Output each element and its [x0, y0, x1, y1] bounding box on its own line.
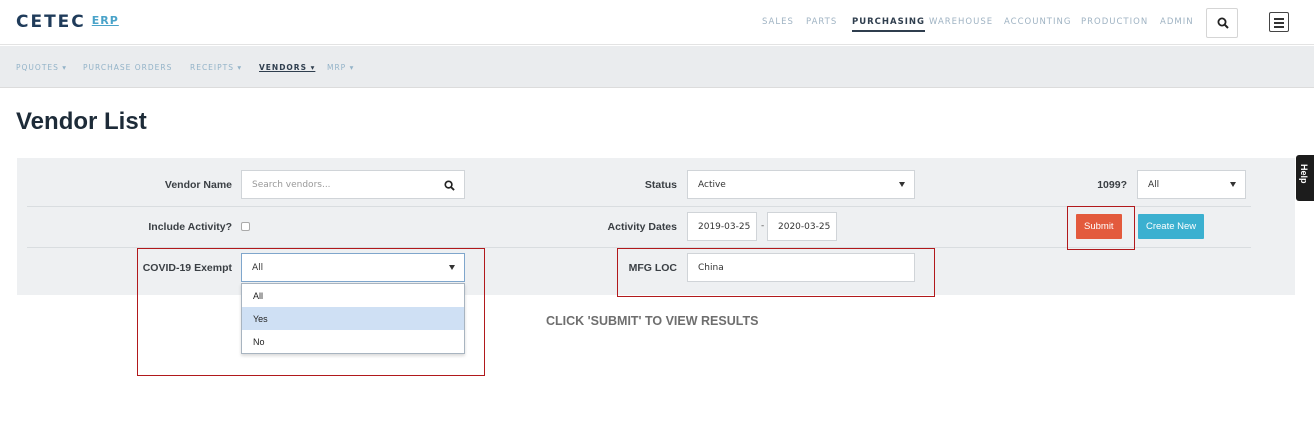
page-title: Vendor List [16, 108, 147, 135]
nav-admin[interactable]: ADMIN [1160, 17, 1194, 27]
global-search-button[interactable] [1206, 8, 1238, 38]
vendor-name-label: Vendor Name [164, 179, 232, 191]
create-new-button[interactable]: Create New [1138, 214, 1205, 239]
hamburger-menu-icon [1274, 18, 1284, 20]
submit-annotation-box [1067, 206, 1135, 250]
nav-warehouse[interactable]: WAREHOUSE [929, 17, 993, 27]
subnav-purchase-orders[interactable]: PURCHASE ORDERS [83, 63, 172, 72]
hamburger-menu-button[interactable] [1269, 12, 1289, 32]
cetec-logo[interactable]: CETEC ERP [16, 12, 119, 32]
nav-production[interactable]: PRODUCTION [1081, 17, 1148, 27]
form-1099-select[interactable]: All [1137, 170, 1246, 199]
nav-purchasing[interactable]: PURCHASING [852, 17, 925, 32]
subnav-receipts[interactable]: RECEIPTS ▾ [190, 63, 242, 72]
include-activity-label: Include Activity? [148, 221, 232, 233]
nav-sales[interactable]: SALES [762, 17, 794, 27]
search-icon [444, 180, 455, 191]
activity-date-to-input[interactable]: 2020-03-25 [767, 212, 837, 241]
subnav-vendors[interactable]: VENDORS ▾ [259, 63, 315, 72]
covid-annotation-box [137, 248, 485, 376]
mfg-loc-annotation-box [617, 248, 935, 297]
date-range-separator: - [761, 221, 765, 231]
subnav-pquotes[interactable]: PQUOTES ▾ [16, 63, 67, 72]
status-label: Status [644, 179, 677, 191]
status-select[interactable]: Active [687, 170, 915, 199]
form-1099-label: 1099? [1097, 179, 1127, 191]
include-activity-checkbox[interactable] [241, 222, 250, 231]
top-navbar: CETEC ERP SALES PARTS PURCHASING WAREHOUS… [0, 0, 1314, 45]
help-tab[interactable]: Help [1296, 155, 1314, 201]
vendor-name-input[interactable]: Search vendors... [241, 170, 465, 199]
search-icon [1217, 17, 1229, 29]
results-hint: CLICK 'SUBMIT' TO VIEW RESULTS [546, 314, 759, 328]
nav-parts[interactable]: PARTS [806, 17, 837, 27]
chevron-down-icon [899, 182, 905, 187]
sub-navbar: PQUOTES ▾ PURCHASE ORDERS RECEIPTS ▾ VEN… [0, 46, 1314, 88]
subnav-mrp[interactable]: MRP ▾ [327, 63, 354, 72]
activity-date-from-input[interactable]: 2019-03-25 [687, 212, 757, 241]
chevron-down-icon [1230, 182, 1236, 187]
nav-accounting[interactable]: ACCOUNTING [1004, 17, 1071, 27]
activity-dates-label: Activity Dates [607, 221, 677, 233]
